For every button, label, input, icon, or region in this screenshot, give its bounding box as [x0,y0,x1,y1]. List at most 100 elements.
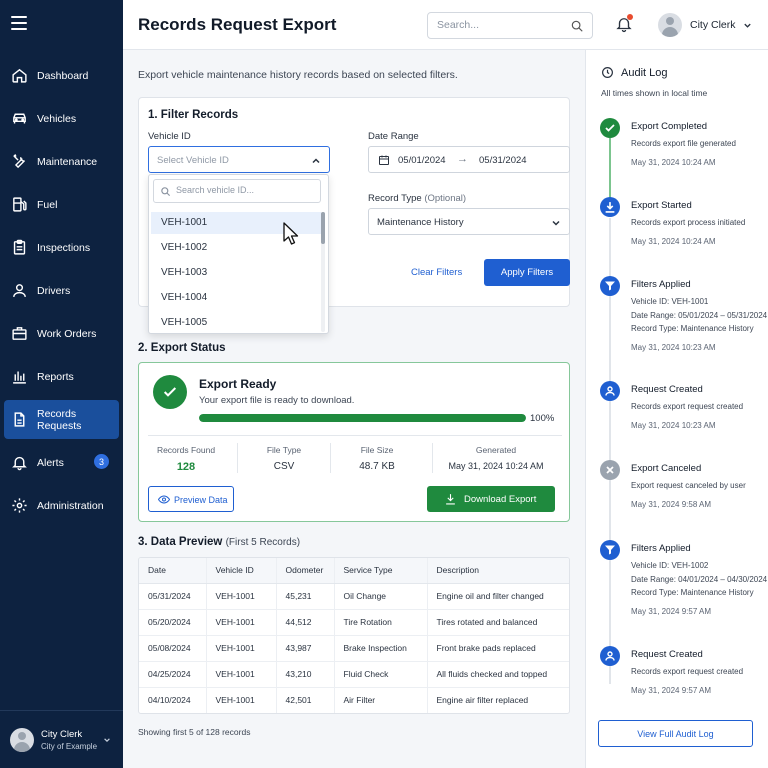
event-title: Filters Applied [631,543,691,554]
audit-log-subtitle: All times shown in local time [601,88,708,98]
sidebar-item-reports[interactable]: Reports [0,355,123,398]
record-type-select[interactable]: Maintenance History [368,208,570,235]
dropdown-search-box[interactable] [153,179,321,203]
event-title: Request Created [631,384,703,395]
avatar[interactable] [658,13,682,37]
table-cell: Front brake pads replaced [426,635,569,662]
home-icon [12,68,27,83]
event-details: Records export process initiated May 31,… [631,216,745,248]
download-icon [446,494,455,505]
sidebar-user-org: City of Example [41,741,98,751]
vehicle-id-dropdown: VEH-1001 VEH-1002 VEH-1003 VEH-1004 VEH-… [148,174,329,334]
event-details: Export request canceled by user May 31, … [631,479,746,511]
table-row: 05/20/2024 VEH-1001 44,512 Tire Rotation… [139,609,569,636]
sidebar-item-vehicles[interactable]: Vehicles [0,97,123,140]
scrollbar-thumb[interactable] [321,212,325,244]
view-full-audit-log-button[interactable]: View Full Audit Log [598,720,753,747]
event-time: May 31, 2024 10:24 AM [631,236,716,246]
event-detail-line: Records export request created [631,402,744,411]
metric-file-type: File Type CSV [259,445,309,472]
date-range-picker[interactable]: 05/01/2024 → 05/31/2024 [368,146,570,173]
dropdown-option[interactable]: VEH-1005 [151,312,321,334]
table-cell: 05/20/2024 [139,609,206,636]
metric-generated: Generated May 31, 2024 10:24 AM [444,445,548,471]
sidebar-user-name: City Clerk [41,728,83,740]
avatar [10,727,34,752]
sidebar-user-menu[interactable]: City Clerk City of Example [0,710,123,768]
dropdown-option[interactable]: VEH-1003 [151,262,321,284]
metric-label: Generated [475,445,517,455]
event-title: Export Canceled [631,463,702,474]
sidebar-item-records-requests[interactable]: Records Requests [4,400,119,439]
sidebar-item-administration[interactable]: Administration [0,484,123,527]
vehicle-id-placeholder: Select Vehicle ID [157,155,229,166]
table-row: 05/08/2024 VEH-1001 43,987 Brake Inspect… [139,635,569,662]
wrench-icon [13,154,25,169]
section-title: 1. Filter Records [148,109,239,121]
sidebar-item-work-orders[interactable]: Work Orders [0,312,123,355]
search-icon[interactable] [570,19,584,33]
metric-value: 48.7 KB [359,461,395,472]
date-start[interactable]: 05/01/2024 [398,155,446,166]
event-detail-line: Records export file generated [631,139,736,148]
event-time: May 31, 2024 9:57 AM [631,685,712,695]
chevron-down-icon[interactable] [743,21,752,30]
sidebar-item-drivers[interactable]: Drivers [0,269,123,312]
divider [330,443,331,473]
event-title: Export Started [631,200,692,211]
menu-icon[interactable] [11,16,27,30]
gear-icon [12,498,27,513]
export-status-card: Export Ready Your export file is ready t… [138,362,570,522]
header-user-name[interactable]: City Clerk [690,19,736,31]
table-cell: 05/08/2024 [139,635,206,662]
main-content: Export vehicle maintenance history recor… [123,50,585,768]
sidebar: Dashboard Vehicles Maintenance Fuel Insp… [0,0,123,768]
dropdown-scrollbar[interactable] [321,212,325,332]
chevron-down-icon [104,738,110,743]
clear-filters-button[interactable]: Clear Filters [411,267,462,278]
audit-log-panel: Audit Log All times shown in local time … [585,50,768,768]
event-status-dot [600,540,620,560]
table-cell: VEH-1001 [205,583,276,610]
event-time: May 31, 2024 10:23 AM [631,420,716,430]
event-detail-line: Vehicle ID: VEH-1002 [631,561,709,570]
table-header-row: Date Vehicle ID Odometer Service Type De… [139,558,569,584]
sidebar-item-inspections[interactable]: Inspections [0,226,123,269]
divider [432,443,433,473]
record-type-value: Maintenance History [377,217,464,228]
eye-icon [158,495,170,504]
user-icon [13,284,26,297]
sidebar-item-label: Alerts [37,456,64,469]
sidebar-item-maintenance[interactable]: Maintenance [0,140,123,183]
preview-data-button[interactable]: Preview Data [148,486,234,512]
sidebar-item-fuel[interactable]: Fuel [0,183,123,226]
top-header: Records Request Export City Clerk [123,0,768,50]
search-box[interactable] [427,12,593,39]
download-export-button[interactable]: Download Export [427,486,555,512]
sidebar-item-label: Work Orders [37,327,97,340]
date-end[interactable]: 05/31/2024 [479,155,527,166]
notification-dot [627,14,633,20]
search-icon [161,187,171,197]
event-time: May 31, 2024 9:57 AM [631,606,712,616]
optional-hint: (Optional) [424,193,467,204]
event-title: Request Created [631,649,703,660]
dropdown-option[interactable]: VEH-1004 [151,287,321,309]
vehicle-id-select[interactable]: Select Vehicle ID [148,146,330,173]
sidebar-item-dashboard[interactable]: Dashboard [0,54,123,97]
event-status-dot [600,197,620,217]
sidebar-item-label: Fuel [37,198,58,211]
event-time: May 31, 2024 10:23 AM [631,342,716,352]
chevron-up-icon [312,158,320,164]
table-cell: Engine air filter replaced [426,687,569,713]
table-cell: 04/10/2024 [139,687,206,713]
table-cell: Fluid Check [333,661,427,688]
car-icon [13,113,26,124]
table-cell: VEH-1001 [205,635,276,662]
search-input[interactable] [437,19,557,31]
filter-icon [605,545,615,555]
apply-filters-button[interactable]: Apply Filters [484,259,570,286]
dropdown-search-input[interactable] [176,185,316,195]
event-details: Records export file generated May 31, 20… [631,137,736,169]
sidebar-item-alerts[interactable]: Alerts 3 [0,441,123,484]
